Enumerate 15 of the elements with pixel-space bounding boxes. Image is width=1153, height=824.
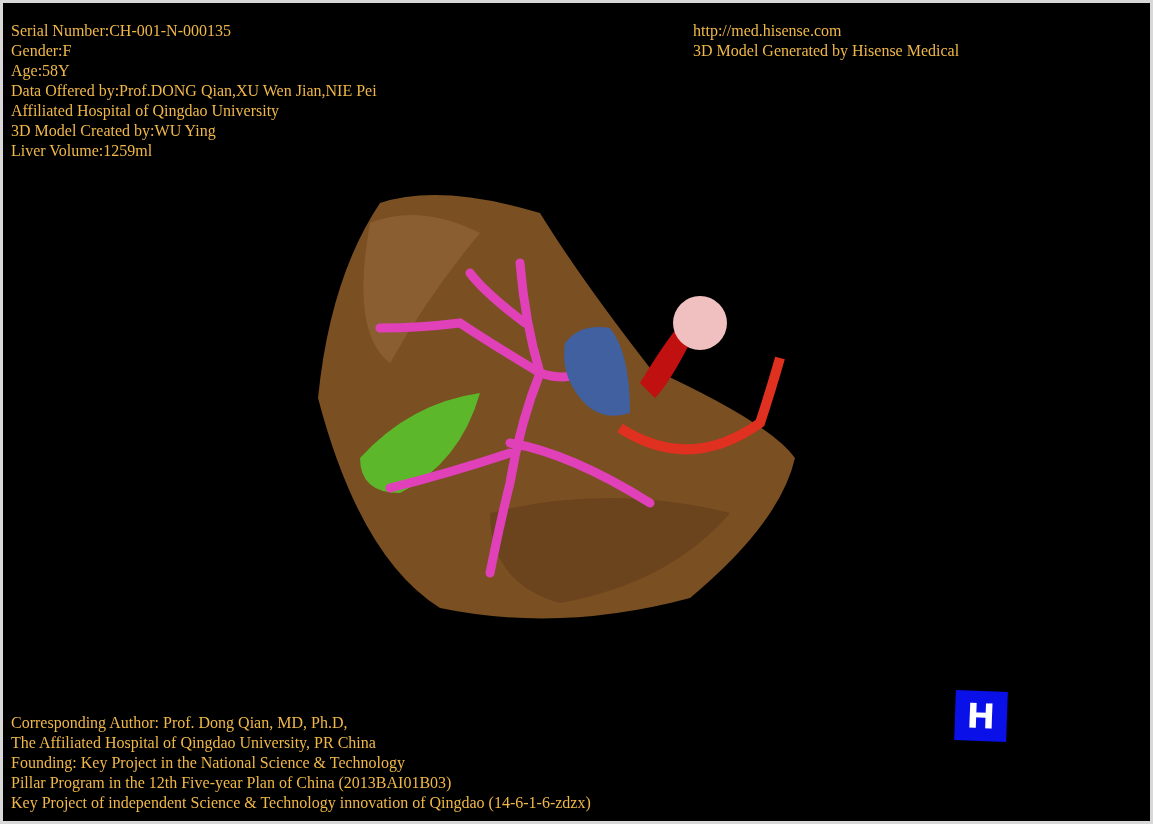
credit-text: Key Project of independent Science & Technology innovation of Qingdao (14-6-1-6-zdzx) [11,793,591,813]
info-text: Age:58Y [11,61,70,81]
credit-text: The Affiliated Hospital of Qingdao University, PR China [11,733,376,753]
info-text: Liver Volume:1259ml [11,141,153,161]
credit-text: Pillar Program in the 12th Five-year Plan of China (2013BAI01B03) [11,773,452,793]
logo-badge: H [954,690,1008,742]
info-text: Affiliated Hospital of Qingdao University [11,101,280,121]
info-text: http://med.hisense.com [693,21,842,41]
info-text: Gender:F [11,41,72,61]
info-text: Serial Number:CH-001-N-000135 [11,21,231,41]
info-text: 3D Model Created by:WU Ying [11,121,216,141]
info-text: 3D Model Generated by Hisense Medical [693,41,960,61]
info-text: Data Offered by:Prof.DONG Qian,XU Wen Jian,NIE Pei [11,81,377,101]
credit-text: Corresponding Author: Prof. Dong Qian, MD, Ph.D, [11,713,348,733]
credit-text: Founding: Key Project in the National Science & Technology [11,753,406,773]
